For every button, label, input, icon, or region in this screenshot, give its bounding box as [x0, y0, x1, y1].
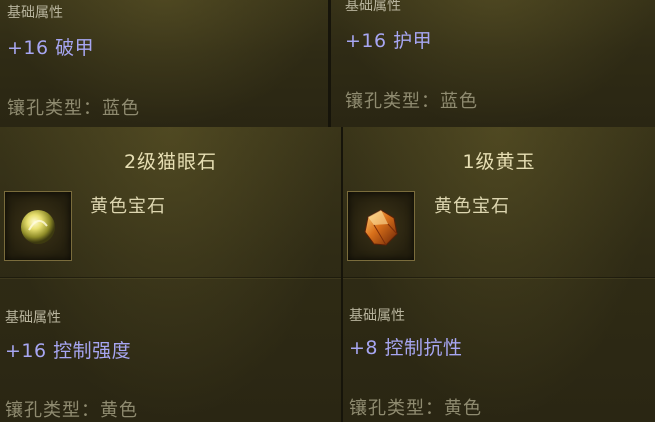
- stat-value: +8 控制抗性: [349, 337, 463, 359]
- tooltip-gem-topaz: 1级黄玉 黄色宝石 基础属性 +8 控制抗性 镶孔类型：黄色: [343, 127, 655, 422]
- stat-value: +16 破甲: [7, 37, 95, 59]
- base-attributes-label: 基础属性: [5, 310, 61, 326]
- separator: [343, 277, 655, 278]
- tooltip-gem-cats-eye: 2级猫眼石 黄色宝石 基础属性 +16 控制强度 镶孔类型：黄色: [0, 127, 341, 422]
- stat-value: +16 控制强度: [5, 340, 132, 362]
- panel-divider: [328, 0, 331, 127]
- socket-type: 镶孔类型：黄色: [5, 400, 138, 421]
- gem-icon-slot: [347, 191, 415, 261]
- tooltip-top-right: 基础属性 +16 护甲 镶孔类型：蓝色: [331, 0, 655, 127]
- gem-title: 2级猫眼石: [123, 151, 218, 173]
- cats-eye-gem-icon: [21, 210, 55, 244]
- gem-icon-slot: [4, 191, 72, 261]
- socket-type: 镶孔类型：蓝色: [7, 98, 140, 119]
- stat-value: +16 护甲: [345, 30, 433, 52]
- gem-title: 1级黄玉: [462, 151, 536, 173]
- gem-type: 黄色宝石: [90, 196, 166, 217]
- socket-type: 镶孔类型：蓝色: [345, 91, 478, 112]
- socket-type: 镶孔类型：黄色: [349, 398, 482, 419]
- base-attributes-label: 基础属性: [349, 308, 405, 324]
- base-attributes-label: 基础属性: [345, 0, 401, 14]
- base-attributes-label: 基础属性: [7, 5, 63, 21]
- separator: [0, 277, 341, 278]
- tooltip-top-left: 基础属性 +16 破甲 镶孔类型：蓝色: [0, 0, 328, 127]
- gem-type: 黄色宝石: [434, 196, 510, 217]
- topaz-gem-icon: [364, 209, 398, 246]
